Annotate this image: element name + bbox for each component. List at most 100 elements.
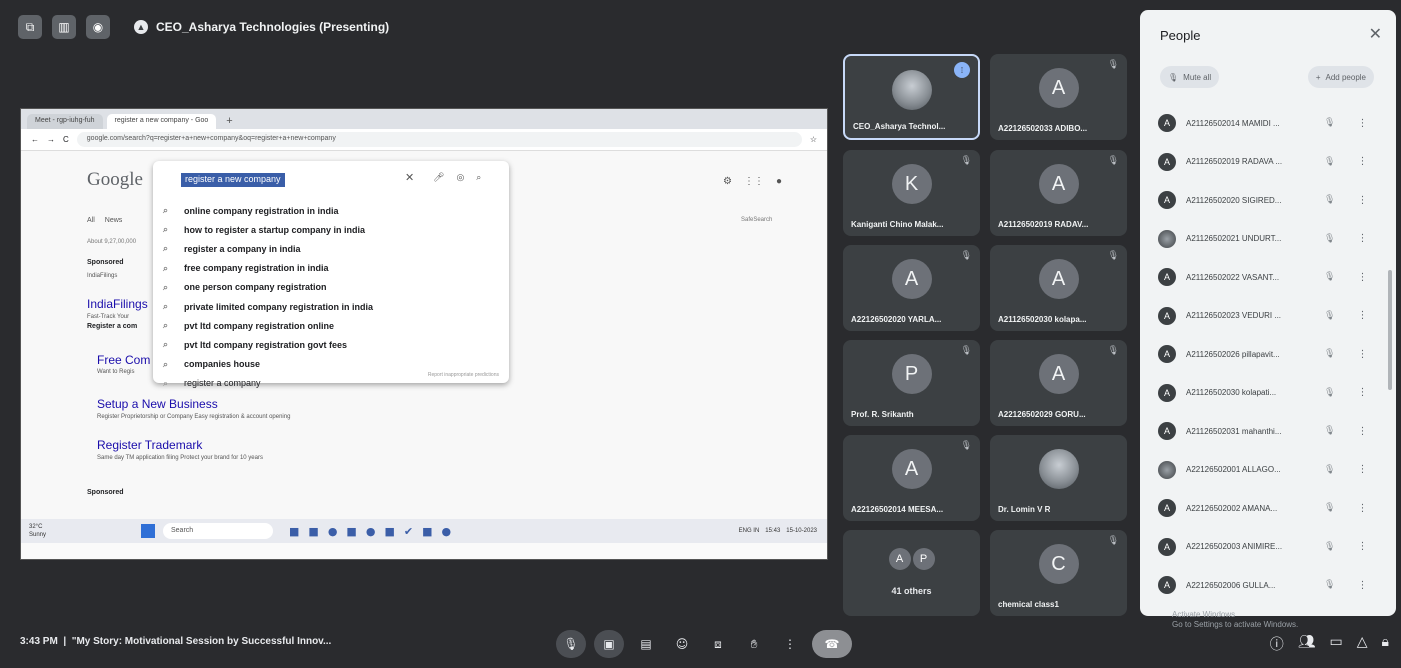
more-vert-icon[interactable]: ⋮ [1357, 503, 1367, 514]
mic-off-icon[interactable]: 🎙︎ [1324, 311, 1335, 321]
participant-tile[interactable]: A P 41 others [843, 530, 980, 616]
suggestion-text: free company registration in india [184, 263, 329, 274]
layout-icon[interactable]: ▥ [52, 15, 76, 39]
more-vert-icon[interactable]: ⋮ [1357, 464, 1367, 475]
more-vert-icon[interactable]: ⋮ [1357, 541, 1367, 552]
participant-tile[interactable]: Cchemical class1 🎙︎ [990, 530, 1127, 616]
more-vert-icon[interactable]: ⋮ [1357, 349, 1367, 360]
tray-date: 15-10-2023 [786, 528, 817, 534]
suggestion-item: ⌕ online company registration in india [163, 201, 373, 220]
record-icon[interactable]: ◉ [86, 15, 110, 39]
mute-all-button[interactable]: 🎙︎ Mute all [1160, 66, 1220, 88]
participant-row[interactable]: A A21126502030 kolapati... 🎙︎ ⋮ [1158, 374, 1382, 413]
more-vert-icon[interactable]: ⋮ [1357, 272, 1367, 283]
mic-off-icon[interactable]: 🎙︎ [1324, 465, 1335, 475]
participant-row[interactable]: A21126502021 UNDURT... 🎙︎ ⋮ [1158, 220, 1382, 259]
more-vert-icon[interactable]: ⋮ [1357, 118, 1367, 129]
mic-off-icon[interactable]: 🎙︎ [1324, 349, 1335, 359]
suggestion-item: ⌕ free company registration in india [163, 259, 373, 278]
participant-row[interactable]: A A22126502002 AMANA... 🎙︎ ⋮ [1158, 489, 1382, 528]
participant-name: Dr. Lomin V R [998, 505, 1051, 514]
people-actions: 🎙︎ Mute all + Add people [1160, 66, 1374, 88]
mic-off-icon[interactable]: 🎙︎ [1324, 234, 1335, 244]
mic-off-icon[interactable]: 🎙︎ [1324, 503, 1335, 513]
emoji-button[interactable]: ☺ [668, 630, 696, 658]
ad-sitelink-desc: Same day TM application filing Protect y… [97, 455, 263, 461]
participant-tile[interactable]: CEO_Asharya Technol... ⁞ [843, 54, 980, 140]
participant-row[interactable]: A A21126502019 RADAVA ... 🎙︎ ⋮ [1158, 143, 1382, 182]
top-bar: ⧉ ▥ ◉ ▲ CEO_Asharya Technologies (Presen… [18, 12, 389, 42]
participant-tile[interactable]: A A22126502020 YARLA... 🎙︎ [843, 245, 980, 331]
participant-tile[interactable]: A A22126502014 MEESA... 🎙︎ [843, 435, 980, 521]
report-link: Report inappropriate predictions [427, 372, 499, 378]
suggestion-item: ⌕ pvt ltd company registration govt fees [163, 335, 373, 354]
present-button[interactable]: ⧈ [704, 630, 732, 658]
mic-off-icon: 🎙︎ [1107, 536, 1119, 546]
mic-off-icon[interactable]: 🎙︎ [1324, 426, 1335, 436]
ad-sitelink: Setup a New Business [97, 397, 218, 411]
people-icon[interactable]: 👥︎ [1298, 634, 1316, 654]
participant-tile[interactable]: A A21126502030 kolapa... 🎙︎ [990, 245, 1127, 331]
participant-tile[interactable]: P Prof. R. Srikanth 🎙︎ [843, 340, 980, 426]
participant-name: A22126502014 MEESA... [851, 505, 944, 514]
participant-row[interactable]: A A21126502031 mahanthi... 🎙︎ ⋮ [1158, 412, 1382, 451]
taskbar-apps: ■ ■ ● ■ ● ■ ✔ ■ ● [289, 525, 451, 538]
participant-row[interactable]: A A21126502020 SIGIRED... 🎙︎ ⋮ [1158, 181, 1382, 220]
mic-off-icon[interactable]: 🎙︎ [1324, 580, 1335, 590]
participant-row[interactable]: A22126502001 ALLAGO... 🎙︎ ⋮ [1158, 451, 1382, 490]
mic-off-icon[interactable]: 🎙︎ [1324, 272, 1335, 282]
host-controls-icon[interactable]: 🔒︎ [1382, 634, 1389, 654]
info-icon[interactable]: ⓘ [1270, 634, 1284, 654]
emoji-icon: ☺ [675, 637, 689, 651]
participant-tile[interactable]: A A22126502033 ADIBO... 🎙︎ [990, 54, 1127, 140]
mic-off-icon: 🎙︎ [1107, 60, 1119, 70]
participant-tile[interactable]: Dr. Lomin V R [990, 435, 1127, 521]
app-icon: ● [327, 524, 338, 538]
google-header-icons: ⚙ ⋮⋮ ● [723, 176, 782, 187]
mic-off-icon[interactable]: 🎙︎ [1324, 195, 1335, 205]
participant-tile[interactable]: A A22126502029 GORU... 🎙︎ [990, 340, 1127, 426]
camera-toggle-button[interactable]: ▣ [594, 630, 624, 658]
mic-off-icon[interactable]: 🎙︎ [1324, 388, 1335, 398]
close-icon[interactable]: ✕ [1369, 24, 1382, 43]
participant-tile[interactable]: K Kaniganti Chino Malak... 🎙︎ [843, 150, 980, 236]
captions-button[interactable]: ▤ [632, 630, 660, 658]
participant-row[interactable]: A A22126502006 GULLA... 🎙︎ ⋮ [1158, 566, 1382, 605]
activities-icon[interactable]: △ [1357, 634, 1368, 654]
avatar [891, 70, 932, 110]
add-people-label: Add people [1325, 72, 1366, 82]
mic-off-icon[interactable]: 🎙︎ [1324, 542, 1335, 552]
mic-toggle-button[interactable]: 🎙︎ [556, 630, 586, 658]
shared-screen: Meet - rgp-iuhg-fuh register a new compa… [20, 108, 828, 560]
more-vert-icon[interactable]: ⋮ [1357, 580, 1367, 591]
more-vert-icon[interactable]: ⋮ [1357, 195, 1367, 206]
people-scrollbar[interactable] [1388, 270, 1392, 390]
more-vert-icon[interactable]: ⋮ [1357, 233, 1367, 244]
avatar: A [1158, 422, 1176, 441]
chat-icon[interactable]: ▭ [1330, 634, 1343, 654]
more-vert-icon[interactable]: ⋮ [1357, 310, 1367, 321]
avatar: A [1158, 537, 1176, 556]
more-options-button[interactable]: ⋮ [776, 630, 804, 658]
participant-row[interactable]: A A21126502014 MAMIDI ... 🎙︎ ⋮ [1158, 104, 1382, 143]
others-label: 41 others [891, 586, 932, 596]
participant-tile[interactable]: A A21126502019 RADAV... 🎙︎ [990, 150, 1127, 236]
more-vert-icon[interactable]: ⋮ [1357, 156, 1367, 167]
mic-off-icon: 🎙︎ [960, 251, 972, 261]
more-vert-icon[interactable]: ⋮ [1357, 426, 1367, 437]
address-bar: ← → C google.com/search?q=register+a+new… [21, 129, 827, 151]
more-vert-icon[interactable]: ⋮ [1357, 387, 1367, 398]
leave-call-button[interactable]: ☎︎ [812, 630, 852, 658]
participant-row[interactable]: A A21126502023 VEDURI ... 🎙︎ ⋮ [1158, 297, 1382, 336]
participant-row[interactable]: A A21126502026 pillapavit... 🎙︎ ⋮ [1158, 335, 1382, 374]
mic-off-icon[interactable]: 🎙︎ [1324, 157, 1335, 167]
participant-row[interactable]: A A21126502022 VASANT... 🎙︎ ⋮ [1158, 258, 1382, 297]
raise-hand-button[interactable]: ✋︎ [740, 630, 768, 658]
add-people-button[interactable]: + Add people [1307, 66, 1374, 88]
picture-in-picture-icon[interactable]: ⧉ [18, 15, 42, 39]
url-field: google.com/search?q=register+a+new+compa… [76, 132, 802, 147]
participant-row[interactable]: A A22126502003 ANIMIRE... 🎙︎ ⋮ [1158, 528, 1382, 567]
mic-off-icon[interactable]: 🎙︎ [1324, 118, 1335, 128]
present-icon: ⧈ [714, 636, 722, 651]
mic-icon: 🎤︎ [433, 172, 445, 182]
